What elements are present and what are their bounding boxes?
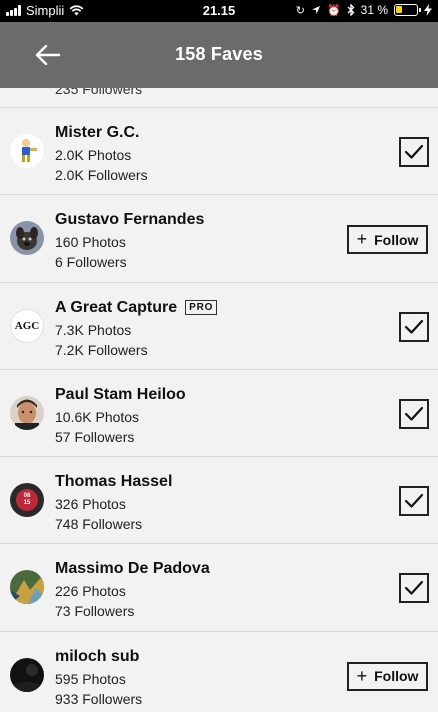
user-row[interactable]: 08 15 Thomas Hassel 326 Photos 748 Followers	[0, 456, 438, 543]
checkmark-icon	[404, 406, 424, 421]
checkmark-icon	[404, 581, 424, 596]
following-button[interactable]	[399, 573, 429, 604]
avatar[interactable]	[10, 395, 44, 430]
photo-count: 226 Photos	[55, 583, 126, 600]
name-line: Massimo De Padova	[55, 560, 210, 578]
follower-count: 2.0K Followers	[55, 167, 148, 183]
app-header: 158 Faves	[0, 22, 438, 88]
name-line: Mister G.C.	[55, 124, 139, 142]
avatar[interactable]	[10, 134, 44, 168]
user-row[interactable]: Gustavo Fernandes 160 Photos 6 Followers + F…	[0, 194, 438, 281]
follow-button[interactable]: + Follow	[347, 225, 428, 255]
avatar[interactable]: AGC	[10, 308, 44, 343]
user-row[interactable]: AGC A Great Capture PRO 7.3K Photos 7.2K Fol…	[0, 281, 438, 369]
follower-count: 7.2K Followers	[55, 341, 148, 358]
user-name[interactable]: Mister G.C.	[55, 124, 139, 142]
plus-icon: +	[356, 665, 368, 686]
photo-count: 7.3K Photos	[55, 321, 132, 338]
battery-icon	[394, 4, 421, 16]
location-icon	[311, 6, 320, 14]
status-bar: Simplii 21.15 ↻ ⏰ 31 %	[0, 0, 438, 22]
name-line: A Great Capture PRO	[55, 299, 218, 317]
user-name[interactable]: Thomas Hassel	[55, 473, 172, 491]
name-line: Paul Stam Heiloo	[55, 386, 186, 404]
user-row[interactable]: Mister G.C. 2.0K Photos 2.0K Followers	[0, 107, 438, 194]
follower-count: 933 Followers	[55, 690, 143, 707]
charging-icon	[424, 4, 432, 16]
avatar[interactable]	[10, 570, 44, 605]
partial-row-followers: 235 Followers	[55, 88, 143, 97]
photo-count: 326 Photos	[55, 496, 126, 513]
status-right: ↻ ⏰ 31 %	[296, 3, 432, 17]
user-name[interactable]: miloch sub	[55, 648, 139, 666]
faves-list-inner: Mister G.C. 2.0K Photos 2.0K Followers Gust…	[0, 107, 438, 712]
follow-label: Follow	[374, 231, 419, 248]
user-row[interactable]: Paul Stam Heiloo 10.6K Photos 57 Followers	[0, 368, 438, 456]
following-button[interactable]	[399, 398, 429, 429]
page-title: 158 Faves	[175, 44, 263, 64]
name-line: Thomas Hassel	[55, 473, 172, 491]
avatar[interactable]	[10, 657, 44, 692]
follow-label: Follow	[374, 668, 419, 685]
photo-count: 10.6K Photos	[55, 408, 140, 425]
user-name[interactable]: Gustavo Fernandes	[55, 211, 204, 229]
avatar[interactable]: 08 15	[10, 483, 44, 518]
avatar-text-top: 08	[23, 493, 31, 500]
user-row[interactable]: Massimo De Padova 226 Photos 73 Followers	[0, 543, 438, 630]
checkmark-icon	[404, 494, 424, 508]
user-name[interactable]: Paul Stam Heiloo	[55, 386, 186, 404]
photo-count: 160 Photos	[55, 234, 126, 251]
user-name[interactable]: Massimo De Padova	[55, 560, 210, 578]
follower-count: 748 Followers	[55, 516, 143, 533]
avatar[interactable]	[10, 221, 44, 256]
follower-count: 57 Followers	[55, 428, 135, 445]
battery-percent: 31 %	[360, 3, 388, 17]
photo-count: 2.0K Photos	[55, 147, 132, 163]
avatar-text-bottom: 15	[23, 500, 31, 507]
bluetooth-icon	[347, 4, 355, 16]
avatar-logo-text: AGC	[14, 319, 40, 332]
name-line: miloch sub	[55, 648, 139, 666]
checkmark-icon	[404, 319, 424, 334]
plus-icon: +	[356, 229, 368, 250]
follower-count: 6 Followers	[55, 254, 127, 271]
battery-level	[396, 6, 402, 13]
user-name[interactable]: A Great Capture	[55, 299, 177, 317]
pro-badge: PRO	[185, 300, 218, 316]
name-line: Gustavo Fernandes	[55, 211, 204, 229]
follow-button[interactable]: + Follow	[347, 661, 428, 691]
checkmark-icon	[404, 144, 424, 159]
photo-count: 595 Photos	[55, 670, 126, 687]
following-button[interactable]	[399, 311, 429, 342]
following-button[interactable]	[399, 137, 429, 167]
faves-list[interactable]: 235 Followers Mister G.C. 2.0K Photos 2.0K…	[0, 88, 438, 712]
orientation-lock-icon: ↻	[295, 3, 305, 17]
user-row[interactable]: miloch sub 595 Photos 933 Followers + Follow	[0, 630, 438, 712]
follower-count: 73 Followers	[55, 603, 135, 620]
following-button[interactable]	[399, 486, 429, 517]
alarm-icon: ⏰	[326, 3, 341, 17]
